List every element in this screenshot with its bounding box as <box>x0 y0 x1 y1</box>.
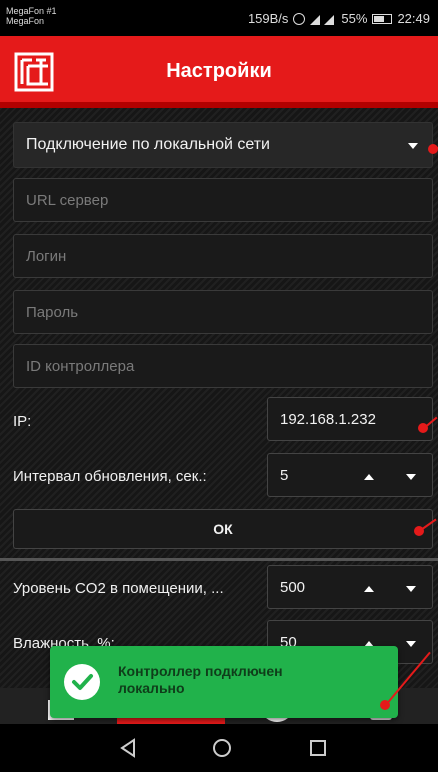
connection-type-value: Подключение по локальной сети <box>26 136 270 153</box>
ip-input[interactable]: 192.168.1.232 <box>267 397 433 441</box>
app-bar: Настройки <box>0 36 438 108</box>
controller-id-input[interactable] <box>14 345 432 387</box>
check-icon <box>64 664 100 700</box>
co2-label: Уровень CO2 в помещении, ... <box>13 580 224 597</box>
login-field[interactable] <box>13 234 433 278</box>
login-input[interactable] <box>14 235 432 277</box>
battery-icon <box>372 13 393 24</box>
system-navigation-bar <box>0 724 438 772</box>
home-icon[interactable] <box>212 738 232 758</box>
controller-id-field[interactable] <box>13 344 433 388</box>
carrier-info: MegaFon #1 MegaFon <box>6 6 57 26</box>
recents-icon[interactable] <box>308 738 328 758</box>
carrier-name-2: MegaFon <box>6 16 45 26</box>
chevron-up-icon[interactable] <box>364 474 374 480</box>
page-title: Настройки <box>166 60 272 82</box>
toast-message: Контроллер подключен локально <box>118 663 283 696</box>
chevron-down-icon[interactable] <box>406 586 416 592</box>
interval-stepper[interactable]: 5 <box>267 453 433 497</box>
co2-stepper[interactable]: 500 <box>267 565 433 609</box>
battery-percent: 55% <box>341 11 368 26</box>
password-field[interactable] <box>13 290 433 334</box>
password-input[interactable] <box>14 291 432 333</box>
alarm-icon <box>293 12 306 25</box>
status-icons: 159B/s 55% 22:49 <box>248 11 430 26</box>
ip-value: 192.168.1.232 <box>280 411 376 428</box>
chevron-down-icon <box>408 143 418 149</box>
clock: 22:49 <box>397 11 430 26</box>
chevron-down-icon[interactable] <box>406 641 416 647</box>
chevron-up-icon[interactable] <box>364 586 374 592</box>
ip-label: IP: <box>13 413 32 430</box>
co2-value: 500 <box>280 579 306 596</box>
interval-value: 5 <box>280 467 289 484</box>
signal-icon <box>310 14 335 25</box>
connection-type-dropdown[interactable]: Подключение по локальной сети <box>13 122 433 168</box>
chevron-down-icon[interactable] <box>406 474 416 480</box>
url-server-input[interactable] <box>14 179 432 221</box>
url-server-field[interactable] <box>13 178 433 222</box>
settings-form: Подключение по локальной сети IP: 192.16… <box>0 108 438 688</box>
interval-label: Интервал обновления, сек.: <box>13 468 207 485</box>
net-speed: 159B/s <box>247 11 289 26</box>
back-icon[interactable] <box>118 738 138 758</box>
divider <box>0 558 438 561</box>
status-bar: MegaFon #1 MegaFon 159B/s 55% 22:49 <box>0 0 438 36</box>
toast-notification: Контроллер подключен локально <box>50 646 398 718</box>
ok-button[interactable]: ОК <box>13 509 433 549</box>
carrier-name-1: MegaFon #1 <box>6 6 57 16</box>
